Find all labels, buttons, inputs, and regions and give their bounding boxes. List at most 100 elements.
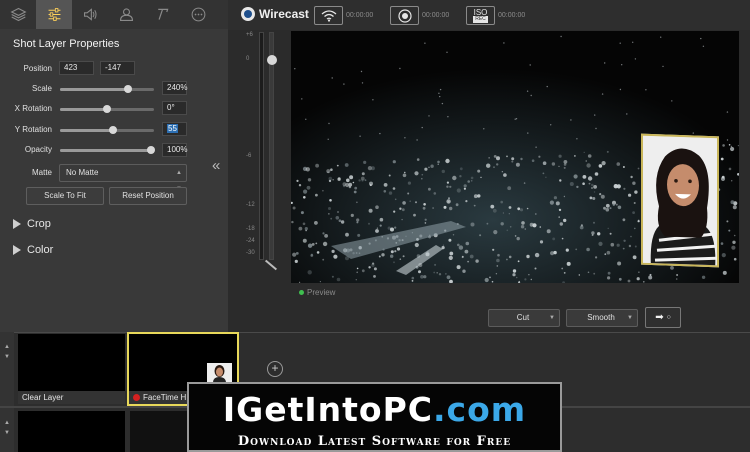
stage-light: [702, 45, 705, 47]
crowd-light: [721, 253, 726, 258]
crowd-light: [467, 180, 470, 183]
crowd-light: [375, 229, 379, 233]
tab-title[interactable]: [144, 0, 180, 29]
stage-light: [604, 62, 606, 64]
layer-down-icon[interactable]: ▼: [4, 354, 10, 360]
volume-slider-knob[interactable]: [267, 55, 277, 65]
crowd-light: [292, 252, 297, 257]
scale-slider-knob[interactable]: [123, 85, 132, 93]
crowd-light: [607, 227, 609, 230]
crowd-light: [422, 206, 426, 210]
crowd-light: [618, 277, 622, 281]
layer-up-icon[interactable]: ▲: [4, 344, 10, 350]
stage-light: [601, 93, 604, 95]
crowd-light: [553, 196, 557, 200]
volume-slider-track[interactable]: [269, 32, 274, 260]
scale-slider[interactable]: [60, 85, 154, 93]
opacity-slider[interactable]: [60, 146, 155, 154]
transition-select-1[interactable]: Cut ▼: [488, 309, 560, 327]
facetime-overlay-layer[interactable]: [641, 133, 719, 268]
crowd-light: [443, 205, 447, 209]
y-rotation-value: 55: [167, 124, 178, 133]
crowd-light: [599, 193, 602, 196]
crowd-light: [728, 229, 731, 232]
x-rotation-slider[interactable]: [60, 105, 154, 113]
crowd-light: [580, 224, 583, 227]
position-y-field[interactable]: -147: [100, 61, 135, 75]
crowd-light: [369, 181, 373, 186]
crowd-light: [322, 258, 325, 261]
crop-label: Crop: [27, 218, 51, 230]
crowd-light: [519, 208, 524, 212]
crowd-light: [531, 159, 535, 162]
crowd-light: [733, 234, 736, 237]
crowd-light: [605, 203, 610, 208]
iso-record-button[interactable]: ISO REC: [466, 6, 495, 25]
reset-position-button[interactable]: Reset Position: [109, 187, 187, 205]
go-transition-button[interactable]: ➡ ○: [645, 307, 681, 328]
collapse-panel-icon[interactable]: «: [212, 157, 220, 174]
crowd-light: [593, 185, 597, 189]
tab-properties[interactable]: [36, 0, 72, 29]
crowd-light: [616, 162, 621, 166]
scale-field[interactable]: 240%: [162, 81, 187, 95]
crowd-light: [469, 254, 474, 259]
stream-button[interactable]: [314, 6, 343, 25]
crowd-light: [375, 205, 379, 209]
tab-person[interactable]: [108, 0, 144, 29]
y-rotation-slider[interactable]: [60, 126, 154, 134]
shot-slot[interactable]: [18, 411, 125, 452]
crowd-light: [549, 200, 554, 205]
crowd-light: [299, 281, 301, 283]
tab-more[interactable]: [180, 0, 216, 29]
crowd-light: [356, 221, 359, 224]
position-x-field[interactable]: 423: [59, 61, 94, 75]
tab-audio[interactable]: [72, 0, 108, 29]
crowd-light: [591, 234, 594, 237]
layer-selector[interactable]: ▲ ▼ ▲ ▼: [0, 332, 14, 452]
layer-up-icon[interactable]: ▲: [4, 420, 10, 426]
crowd-light: [524, 228, 527, 230]
crowd-light: [306, 185, 311, 190]
x-rotation-slider-knob[interactable]: [103, 105, 111, 113]
crowd-light: [722, 144, 725, 147]
color-section[interactable]: Color: [13, 244, 53, 256]
stage-light: [671, 100, 673, 102]
crowd-light: [331, 275, 334, 278]
crowd-light: [396, 247, 401, 251]
opacity-slider-knob[interactable]: [147, 146, 155, 154]
y-rotation-field[interactable]: 55: [162, 122, 187, 136]
record-button[interactable]: [390, 6, 419, 25]
arrow-right-icon: ➡: [655, 312, 664, 323]
shot-slot[interactable]: [130, 411, 188, 452]
scale-to-fit-button[interactable]: Scale To Fit: [26, 187, 104, 205]
crowd-light: [322, 241, 328, 247]
matte-select[interactable]: No Matte ▲▼: [59, 164, 187, 192]
crowd-light: [401, 218, 403, 221]
crowd-light: [452, 175, 457, 181]
opacity-field[interactable]: 100%: [162, 143, 187, 157]
x-rotation-field[interactable]: 0°: [162, 101, 187, 115]
crowd-light: [295, 252, 299, 255]
crowd-light: [520, 225, 525, 229]
stage-light: [526, 90, 529, 92]
crowd-light: [609, 232, 612, 235]
stage-light: [660, 36, 662, 38]
crowd-light: [506, 229, 509, 232]
shot-clear-layer[interactable]: Clear Layer: [18, 334, 125, 404]
crowd-light: [517, 207, 521, 211]
crop-section[interactable]: Crop: [13, 218, 51, 230]
crowd-light: [315, 193, 318, 197]
crowd-light: [493, 230, 498, 235]
tab-layers[interactable]: [0, 0, 36, 29]
transition-select-2[interactable]: Smooth ▼: [566, 309, 638, 327]
crowd-light: [496, 265, 499, 267]
layer-down-icon[interactable]: ▼: [4, 430, 10, 436]
y-rotation-slider-knob[interactable]: [108, 126, 117, 134]
crowd-light: [589, 196, 593, 200]
speaker-icon: [83, 8, 97, 21]
crowd-light: [388, 174, 391, 177]
stage-light: [428, 115, 430, 117]
add-shot-button[interactable]: +: [267, 361, 283, 377]
crowd-light: [569, 182, 574, 186]
